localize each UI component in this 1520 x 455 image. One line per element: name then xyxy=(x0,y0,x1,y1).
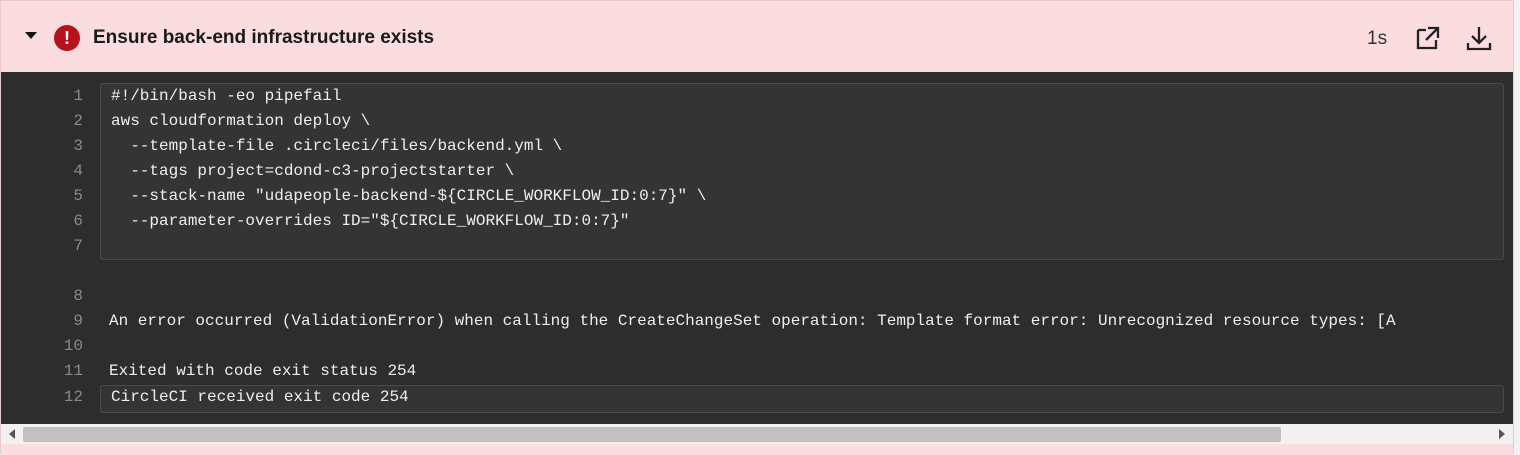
line-number: 8 xyxy=(73,287,83,305)
line-number: 4 xyxy=(73,162,83,180)
log-line: 4 --tags project=cdond-c3-projectstarter… xyxy=(1,159,1513,184)
step-title: Ensure back-end infrastructure exists xyxy=(93,27,435,48)
final-output-text: CircleCI received exit code 254 xyxy=(111,388,409,406)
line-number: 9 xyxy=(73,312,83,330)
line-number: 12 xyxy=(63,388,83,406)
line-number: 6 xyxy=(73,212,83,230)
output-text: An error occurred (ValidationError) when… xyxy=(109,312,1396,330)
command-text: --stack-name "udapeople-backend-${CIRCLE… xyxy=(111,187,707,205)
log-output: 1 #!/bin/bash -eo pipefail 2 aws cloudform… xyxy=(1,72,1513,424)
log-line: 12 CircleCI received exit code 254 xyxy=(1,385,1513,410)
line-number: 11 xyxy=(63,362,83,380)
scrollbar-thumb[interactable] xyxy=(23,427,1281,442)
line-number: 2 xyxy=(73,112,83,130)
line-number: 3 xyxy=(73,137,83,155)
output-text: Exited with code exit status 254 xyxy=(109,362,417,380)
external-link-icon[interactable] xyxy=(1414,24,1442,52)
step-duration: 1s xyxy=(1367,28,1388,49)
command-text: --parameter-overrides ID="${CIRCLE_WORKF… xyxy=(111,212,630,230)
log-line: 2 aws cloudformation deploy \ xyxy=(1,109,1513,134)
scroll-right-icon[interactable] xyxy=(1499,429,1505,439)
command-text: aws cloudformation deploy \ xyxy=(111,112,371,130)
log-line: 8 xyxy=(1,284,1513,309)
step-panel: ! Ensure back-end infrastructure exists … xyxy=(0,0,1514,455)
log-line: 3 --template-file .circleci/files/backen… xyxy=(1,134,1513,159)
line-number: 10 xyxy=(63,337,83,355)
line-number: 1 xyxy=(73,87,83,105)
command-text: --tags project=cdond-c3-projectstarter \ xyxy=(111,162,515,180)
log-line: 1 #!/bin/bash -eo pipefail xyxy=(1,84,1513,109)
command-text: --template-file .circleci/files/backend.… xyxy=(111,137,563,155)
log-line: 10 xyxy=(1,334,1513,359)
chevron-down-icon[interactable] xyxy=(25,32,37,39)
log-line: 6 --parameter-overrides ID="${CIRCLE_WOR… xyxy=(1,209,1513,234)
command-text: #!/bin/bash -eo pipefail xyxy=(111,87,342,105)
log-line: 11 Exited with code exit status 254 xyxy=(1,359,1513,384)
panel-footer xyxy=(1,444,1513,455)
log-line: 5 --stack-name "udapeople-backend-${CIRC… xyxy=(1,184,1513,209)
error-icon: ! xyxy=(54,25,80,51)
download-icon[interactable] xyxy=(1465,24,1493,52)
line-number: 5 xyxy=(73,187,83,205)
scroll-left-icon[interactable] xyxy=(9,429,15,439)
step-header[interactable]: ! Ensure back-end infrastructure exists … xyxy=(1,1,1513,72)
log-line: 7 xyxy=(1,234,1513,259)
log-line: 9 An error occurred (ValidationError) whe… xyxy=(1,309,1513,334)
horizontal-scrollbar[interactable] xyxy=(1,424,1513,444)
line-number: 7 xyxy=(73,237,83,255)
